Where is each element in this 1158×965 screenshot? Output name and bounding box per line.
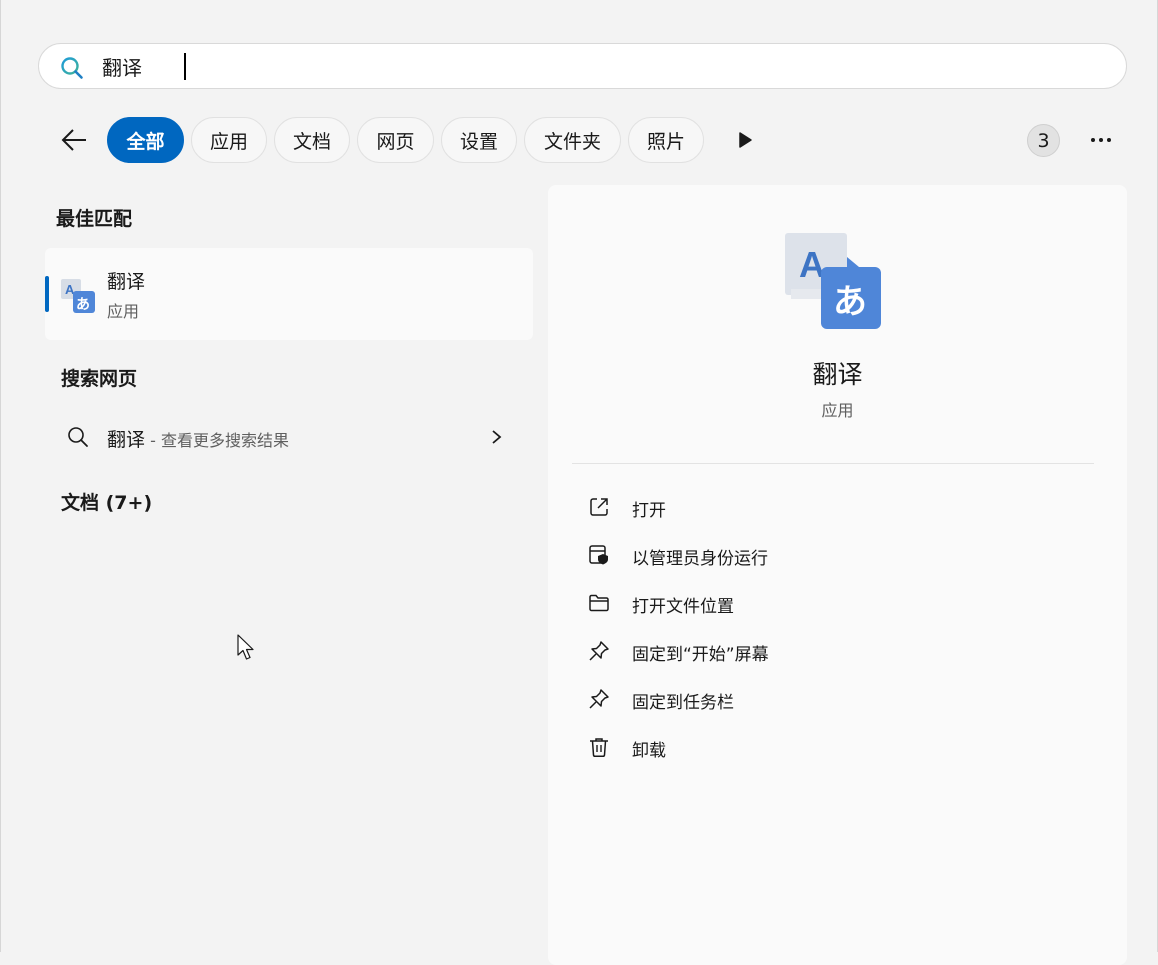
translate-app-icon: A あ [61,279,95,313]
chevron-right-icon [492,430,502,444]
svg-text:あ: あ [76,297,90,313]
divider [572,463,1094,464]
best-match-name: 翻译 [107,271,146,293]
best-match-type: 应用 [107,302,140,321]
filter-chip-settings[interactable]: 设置 [441,117,517,163]
run-as-admin-icon [589,545,608,565]
action-label: 固定到任务栏 [632,693,734,713]
action-open-file-location[interactable]: 打开文件位置 [572,579,1102,627]
action-label: 固定到“开始”屏幕 [632,645,769,665]
detail-app-name: 翻译 [812,360,863,389]
action-label: 以管理员身份运行 [632,549,768,569]
documents-title: 文档 (7+) [61,492,153,514]
svg-text:あ: あ [833,282,867,322]
translate-app-icon: A あ [785,233,881,329]
filter-chip-all[interactable]: 全部 [107,117,184,163]
more-options-icon[interactable] [1087,127,1115,153]
trash-icon [590,738,608,758]
action-uninstall[interactable]: 卸载 [572,723,1102,771]
search-icon [61,57,83,79]
web-search-title: 搜索网页 [61,368,138,390]
action-run-as-admin[interactable]: 以管理员身份运行 [572,531,1102,579]
pin-icon [589,641,609,661]
web-search-separator: - [145,431,161,450]
search-input[interactable] [102,52,1002,80]
action-pin-to-taskbar[interactable]: 固定到任务栏 [572,675,1102,723]
start-search-window: 全部 应用 文档 网页 设置 文件夹 照片 3 最佳匹配 A あ 翻译 应用 搜… [0,0,1158,965]
web-search-hint: 查看更多搜索结果 [160,431,289,450]
detail-panel: A あ 翻译 应用 打开 以管理员身份运行 打开文件位置 固定到“开始”屏幕 固… [548,185,1127,965]
filter-chip-folders[interactable]: 文件夹 [524,117,621,163]
text-caret [184,53,186,80]
action-pin-to-start[interactable]: 固定到“开始”屏幕 [572,627,1102,675]
web-search-term: 翻译 [107,429,146,451]
filter-chip-apps[interactable]: 应用 [191,117,267,163]
selection-indicator [45,276,49,312]
action-label: 打开文件位置 [632,597,734,617]
action-label: 卸载 [632,741,666,761]
best-match-item[interactable]: A あ 翻译 应用 [45,248,533,340]
search-box[interactable] [38,43,1127,89]
best-match-title: 最佳匹配 [56,208,133,230]
filter-chip-documents[interactable]: 文档 [274,117,350,163]
filter-chip-photos[interactable]: 照片 [628,117,704,163]
web-search-item[interactable]: 翻译 - 查看更多搜索结果 [45,414,533,462]
filter-chips: 全部 应用 文档 网页 设置 文件夹 照片 [107,117,704,164]
action-list: 打开 以管理员身份运行 打开文件位置 固定到“开始”屏幕 固定到任务栏 卸载 [572,483,1102,771]
detail-app-type: 应用 [821,401,854,420]
filter-chip-web[interactable]: 网页 [357,117,434,163]
results-count-badge[interactable]: 3 [1027,124,1060,157]
pin-icon [589,689,609,709]
mouse-pointer-icon [237,634,254,660]
play-arrow-icon[interactable] [735,128,757,152]
open-external-icon [590,498,608,516]
folder-icon [589,594,609,612]
search-icon [68,427,88,447]
action-label: 打开 [632,501,666,521]
back-arrow-icon[interactable] [59,124,91,156]
action-open[interactable]: 打开 [572,483,1102,531]
